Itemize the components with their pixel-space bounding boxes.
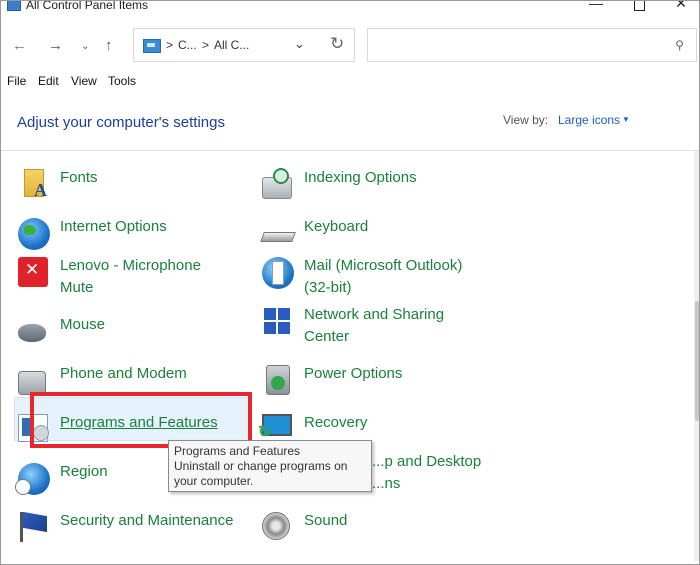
menu-view[interactable]: View	[71, 74, 97, 88]
item-label[interactable]: Region	[60, 461, 108, 483]
item-label[interactable]: Mail (Microsoft Outlook) (32-bit)	[304, 255, 462, 299]
breadcrumb-separator[interactable]: >	[202, 38, 209, 52]
view-by-dropdown[interactable]: Large icons ▼	[558, 113, 630, 127]
tooltip-title: Programs and Features	[174, 444, 301, 458]
refresh-icon[interactable]: ↻	[330, 34, 344, 54]
dropdown-caret-icon[interactable]: ▼	[622, 115, 630, 124]
item-label[interactable]: Recovery	[304, 412, 367, 434]
maximize-button[interactable]	[624, 1, 654, 13]
item-label[interactable]: Network and Sharing Center	[304, 304, 444, 348]
lenovo-icon	[18, 257, 48, 287]
indexing-icon	[262, 168, 292, 199]
item-label[interactable]: ...p and Desktop ...ns	[372, 451, 481, 495]
item-label[interactable]: Power Options	[304, 363, 402, 385]
breadcrumb-all-items[interactable]: All C...	[214, 38, 249, 52]
search-icon[interactable]: ⚲	[675, 38, 684, 52]
up-arrow-icon[interactable]: ↑	[105, 37, 113, 54]
menu-tools[interactable]: Tools	[108, 74, 136, 88]
item-label[interactable]: Sound	[304, 510, 347, 532]
item-label[interactable]: Keyboard	[304, 216, 368, 238]
control-panel-window: All Control Panel Items — ✕ ← → ⌄ ↑ > C.…	[0, 0, 700, 565]
power-icon	[266, 365, 290, 395]
recovery-icon	[258, 414, 292, 442]
minimize-button[interactable]: —	[581, 1, 611, 13]
items-list: A Fonts Internet Options Lenovo - Microp…	[1, 150, 699, 564]
sound-icon	[262, 512, 290, 540]
network-icon	[262, 306, 292, 338]
item-label[interactable]: Security and Maintenance	[60, 510, 233, 532]
breadcrumb-separator[interactable]: >	[166, 38, 173, 52]
window-title: All Control Panel Items	[26, 0, 149, 12]
mouse-icon	[18, 324, 46, 342]
forward-arrow-icon[interactable]: →	[48, 37, 63, 54]
scrollbar[interactable]	[694, 151, 699, 561]
scrollbar-thumb[interactable]	[695, 301, 699, 421]
item-label[interactable]: Phone and Modem	[60, 363, 187, 385]
view-by-value[interactable]: Large icons	[558, 113, 620, 127]
address-dropdown-chevron-icon[interactable]: ⌄	[294, 36, 305, 52]
region-icon	[15, 463, 50, 495]
internet-options-icon	[18, 218, 50, 250]
control-panel-icon	[7, 1, 21, 11]
recent-locations-chevron-icon[interactable]: ⌄	[81, 41, 89, 52]
item-label[interactable]: Indexing Options	[304, 167, 417, 189]
menu-file[interactable]: File	[7, 74, 26, 88]
page-title: Adjust your computer's settings	[17, 114, 225, 131]
item-label[interactable]: Mouse	[60, 314, 105, 336]
view-by-label: View by:	[503, 113, 549, 127]
tooltip-description: Uninstall or change programs on your com…	[174, 459, 348, 488]
title-bar: All Control Panel Items — ✕	[1, 1, 699, 15]
fonts-letter-icon: A	[34, 180, 47, 200]
item-label[interactable]: Internet Options	[60, 216, 167, 238]
search-box[interactable]: ⚲	[367, 28, 697, 62]
control-panel-location-icon	[143, 39, 161, 53]
back-arrow-icon[interactable]: ←	[12, 37, 27, 54]
item-label[interactable]: Lenovo - Microphone Mute	[60, 255, 201, 299]
tooltip: Programs and Features Uninstall or chang…	[168, 440, 372, 492]
breadcrumb-control-panel[interactable]: C...	[178, 38, 197, 52]
mail-icon	[262, 257, 294, 289]
keyboard-icon	[260, 232, 296, 242]
close-button[interactable]: ✕	[666, 1, 696, 13]
menu-edit[interactable]: Edit	[38, 74, 59, 88]
item-label[interactable]: Fonts	[60, 167, 98, 189]
search-input[interactable]	[374, 35, 668, 57]
address-bar[interactable]: > C... > All C... ⌄ ↻	[133, 28, 355, 62]
menu-bar: File Edit View Tools	[1, 74, 699, 90]
flag-icon	[18, 512, 48, 544]
